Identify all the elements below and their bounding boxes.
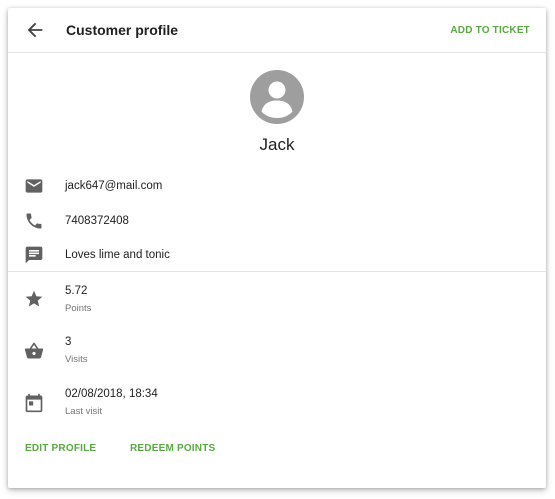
basket-icon: [24, 341, 44, 361]
email-text: jack647@mail.com: [65, 180, 163, 192]
section-divider: [8, 271, 546, 272]
redeem-points-button[interactable]: REDEEM POINTS: [130, 443, 215, 454]
arrow-back-icon: [27, 22, 43, 38]
last-visit-label: Last visit: [65, 406, 102, 417]
points-label: Points: [65, 303, 92, 314]
customer-name: Jack: [259, 135, 295, 154]
account-circle-icon: [250, 70, 304, 124]
calendar-icon: [24, 393, 44, 413]
star-icon: [24, 289, 44, 309]
customer-profile-card: Customer profile ADD TO TICKET Jack jack…: [8, 8, 546, 488]
email-icon: [24, 176, 44, 196]
note-text: Loves lime and tonic: [65, 249, 170, 261]
avatar: [250, 70, 304, 124]
back-button[interactable]: [24, 19, 46, 41]
app-bar: Customer profile ADD TO TICKET: [8, 8, 546, 53]
comment-icon: [24, 245, 44, 265]
phone-text: 7408372408: [65, 215, 129, 227]
visits-value: 3: [65, 336, 72, 348]
add-to-ticket-button[interactable]: ADD TO TICKET: [450, 25, 530, 36]
last-visit-value: 02/08/2018, 18:34: [65, 388, 158, 400]
edit-profile-button[interactable]: EDIT PROFILE: [25, 443, 96, 454]
visits-label: Visits: [65, 354, 88, 365]
page-title: Customer profile: [66, 22, 179, 38]
points-value: 5.72: [65, 285, 88, 297]
phone-icon: [24, 211, 44, 231]
